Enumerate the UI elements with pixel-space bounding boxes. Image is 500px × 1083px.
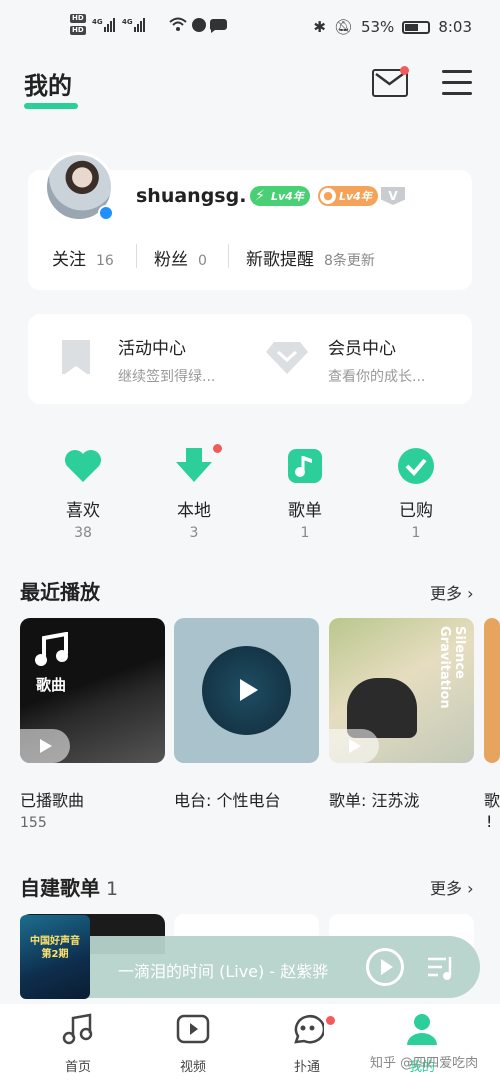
chevron-right-icon: › [462, 584, 474, 603]
music-level-badge[interactable]: ● Lv4年 [318, 186, 378, 206]
activity-card [28, 314, 472, 404]
purchased-button[interactable]: 已购 1 [376, 446, 456, 541]
divider [136, 244, 137, 268]
svg-text:4G: 4G [122, 18, 133, 26]
playlists-more-link[interactable]: 更多 › [430, 875, 474, 899]
status-right: ✱ 🔕︎ 53% 8:03 [313, 18, 472, 36]
local-button[interactable]: 本地 3 [154, 446, 234, 541]
bubble-icon [294, 1015, 326, 1044]
tile-caption: 已播歌曲 [20, 791, 85, 810]
title-underline [24, 103, 78, 109]
watermark: 知乎 @四四爱吃肉 [370, 1056, 479, 1071]
playlist-queue-icon[interactable] [426, 955, 456, 981]
play-button[interactable] [366, 948, 404, 986]
recent-section-title: 最近播放 [20, 580, 100, 604]
bluetooth-icon: ✱ [313, 18, 326, 36]
tile-caption: ! [486, 812, 493, 831]
favorites-button[interactable]: 喜欢 38 [43, 446, 123, 541]
wifi-icon [169, 17, 227, 33]
followers-stat[interactable]: 粉丝 0 [154, 245, 207, 270]
tile-caption: 歌单: 汪苏泷 [329, 791, 420, 810]
username[interactable]: shuangsg. [136, 185, 246, 207]
activity-center-subtitle: 继续签到得绿... [118, 369, 216, 385]
cover-text: Silence Gravitation [437, 626, 467, 709]
playlists-section-title: 自建歌单 1 [20, 876, 119, 900]
page-title: 我的 [24, 72, 72, 100]
battery-icon [402, 20, 431, 34]
tile-caption: 电台: 个性电台 [174, 791, 281, 810]
playlist-button[interactable]: 歌单 1 [265, 446, 345, 541]
activity-center-item[interactable] [60, 340, 92, 378]
video-icon [176, 1014, 210, 1044]
notification-dot [213, 444, 222, 453]
play-icon [381, 959, 393, 975]
clock: 8:03 [438, 18, 472, 36]
music-note-icon [285, 446, 325, 486]
notification-dot [400, 66, 409, 75]
playlists-count: 1 [106, 878, 119, 900]
svg-text:4G: 4G [92, 18, 103, 26]
download-icon [174, 446, 214, 486]
tile-caption: 歌 [484, 791, 500, 810]
tile-count: 155 [20, 815, 47, 831]
play-icon[interactable] [20, 729, 70, 763]
play-icon[interactable] [329, 729, 379, 763]
status-bar: HD HD 4G 4G ✱ 🔕︎ 53% 8:03 [0, 0, 500, 56]
verified-badge-icon [98, 205, 114, 221]
player-cover[interactable]: 中国好声音 第2期 [20, 915, 90, 999]
lightning-icon: ⚡︎ [255, 188, 265, 204]
vip-center-title[interactable]: 会员中心 [328, 334, 396, 359]
activity-center-title[interactable]: 活动中心 [118, 334, 186, 359]
heart-icon [63, 446, 103, 486]
player-cover-text: 中国好声音 第2期 [30, 936, 80, 960]
tile-overlay-label: 歌曲 [36, 676, 67, 694]
new-songs-stat[interactable]: 新歌提醒 8条更新 [246, 245, 375, 270]
mute-icon: 🔕︎ [333, 18, 353, 36]
nav-home[interactable]: 首页 [48, 1012, 108, 1075]
disc-icon: ● [320, 188, 336, 204]
chevron-right-icon: › [462, 879, 474, 898]
notification-dot [326, 1016, 335, 1025]
user-icon [407, 1014, 437, 1045]
battery-percent: 53% [360, 18, 395, 36]
recent-tile-songs[interactable]: 歌曲 [20, 618, 165, 763]
vip-center-item[interactable] [266, 340, 308, 380]
bookmark-icon [62, 340, 90, 376]
recent-more-link[interactable]: 更多 › [430, 580, 474, 604]
signal-indicators: HD HD 4G 4G [70, 14, 232, 35]
music-note-icon [35, 632, 68, 666]
signal-icon: 4G 4G [92, 17, 145, 32]
recent-tile-radio[interactable] [174, 618, 319, 763]
music-note-icon [62, 1013, 93, 1045]
diamond-icon [266, 342, 308, 374]
vip-center-subtitle: 查看你的成长... [328, 369, 426, 385]
player-song-title[interactable]: 一滴泪的时间 (Live) - 赵紫骅 [118, 958, 328, 982]
check-icon [396, 446, 436, 486]
divider [228, 244, 229, 268]
nav-video[interactable]: 视频 [163, 1012, 223, 1075]
following-stat[interactable]: 关注 16 [52, 245, 114, 270]
menu-icon[interactable] [442, 70, 472, 96]
recent-tile-playlist[interactable]: Silence Gravitation [329, 618, 474, 763]
vip-level-badge[interactable]: ⚡︎ Lv4年 [250, 186, 310, 206]
recent-tile-partial[interactable] [484, 618, 500, 763]
play-icon [240, 679, 258, 701]
